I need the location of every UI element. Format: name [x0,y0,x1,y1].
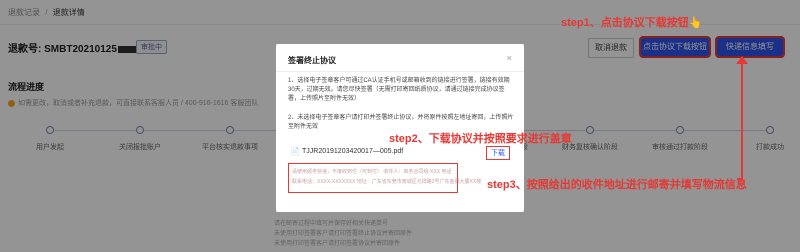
attachment-row: 📄 TJJR20191203420017—005.pdf 下载 [288,144,514,160]
address-line: 联系电话：XXXX-XXXXXXX 地址：广东省东莞市南城区元祥路2号广东金融大… [292,179,482,185]
modal-instruction-1: 1、选择电子签章客户可通过CA认证手机号或邮箱收到的链接进行签署，链接有效期30… [288,78,510,102]
address-line: 请使用顺丰快递，不接收到付（可到付） 收件人：商务合同组-XXX 电话 [292,169,452,175]
annotation-arrow-line [741,62,743,180]
annotation-step1: step1、点击协议下载按钮👆 [561,17,703,29]
annotation-step2: step2、下载协议并按照要求进行盖章 [389,133,572,145]
annotation-arrow-tail [737,178,743,180]
download-link[interactable]: 下载 [486,146,510,160]
attachment-file-name: TJJR20191203420017—005.pdf [302,148,404,155]
mailing-address-box: 请使用顺丰快递，不接收到付（可到付） 收件人：商务合同组-XXX 电话 联系电话… [288,163,481,193]
file-icon: 📄 [290,147,300,156]
annotation-step3: step3、按照给出的收件地址进行邮寄并填写物流信息 [487,179,747,191]
modal-divider [276,71,524,72]
close-icon[interactable]: × [507,53,512,63]
modal-title: 签署终止协议 [288,56,336,65]
